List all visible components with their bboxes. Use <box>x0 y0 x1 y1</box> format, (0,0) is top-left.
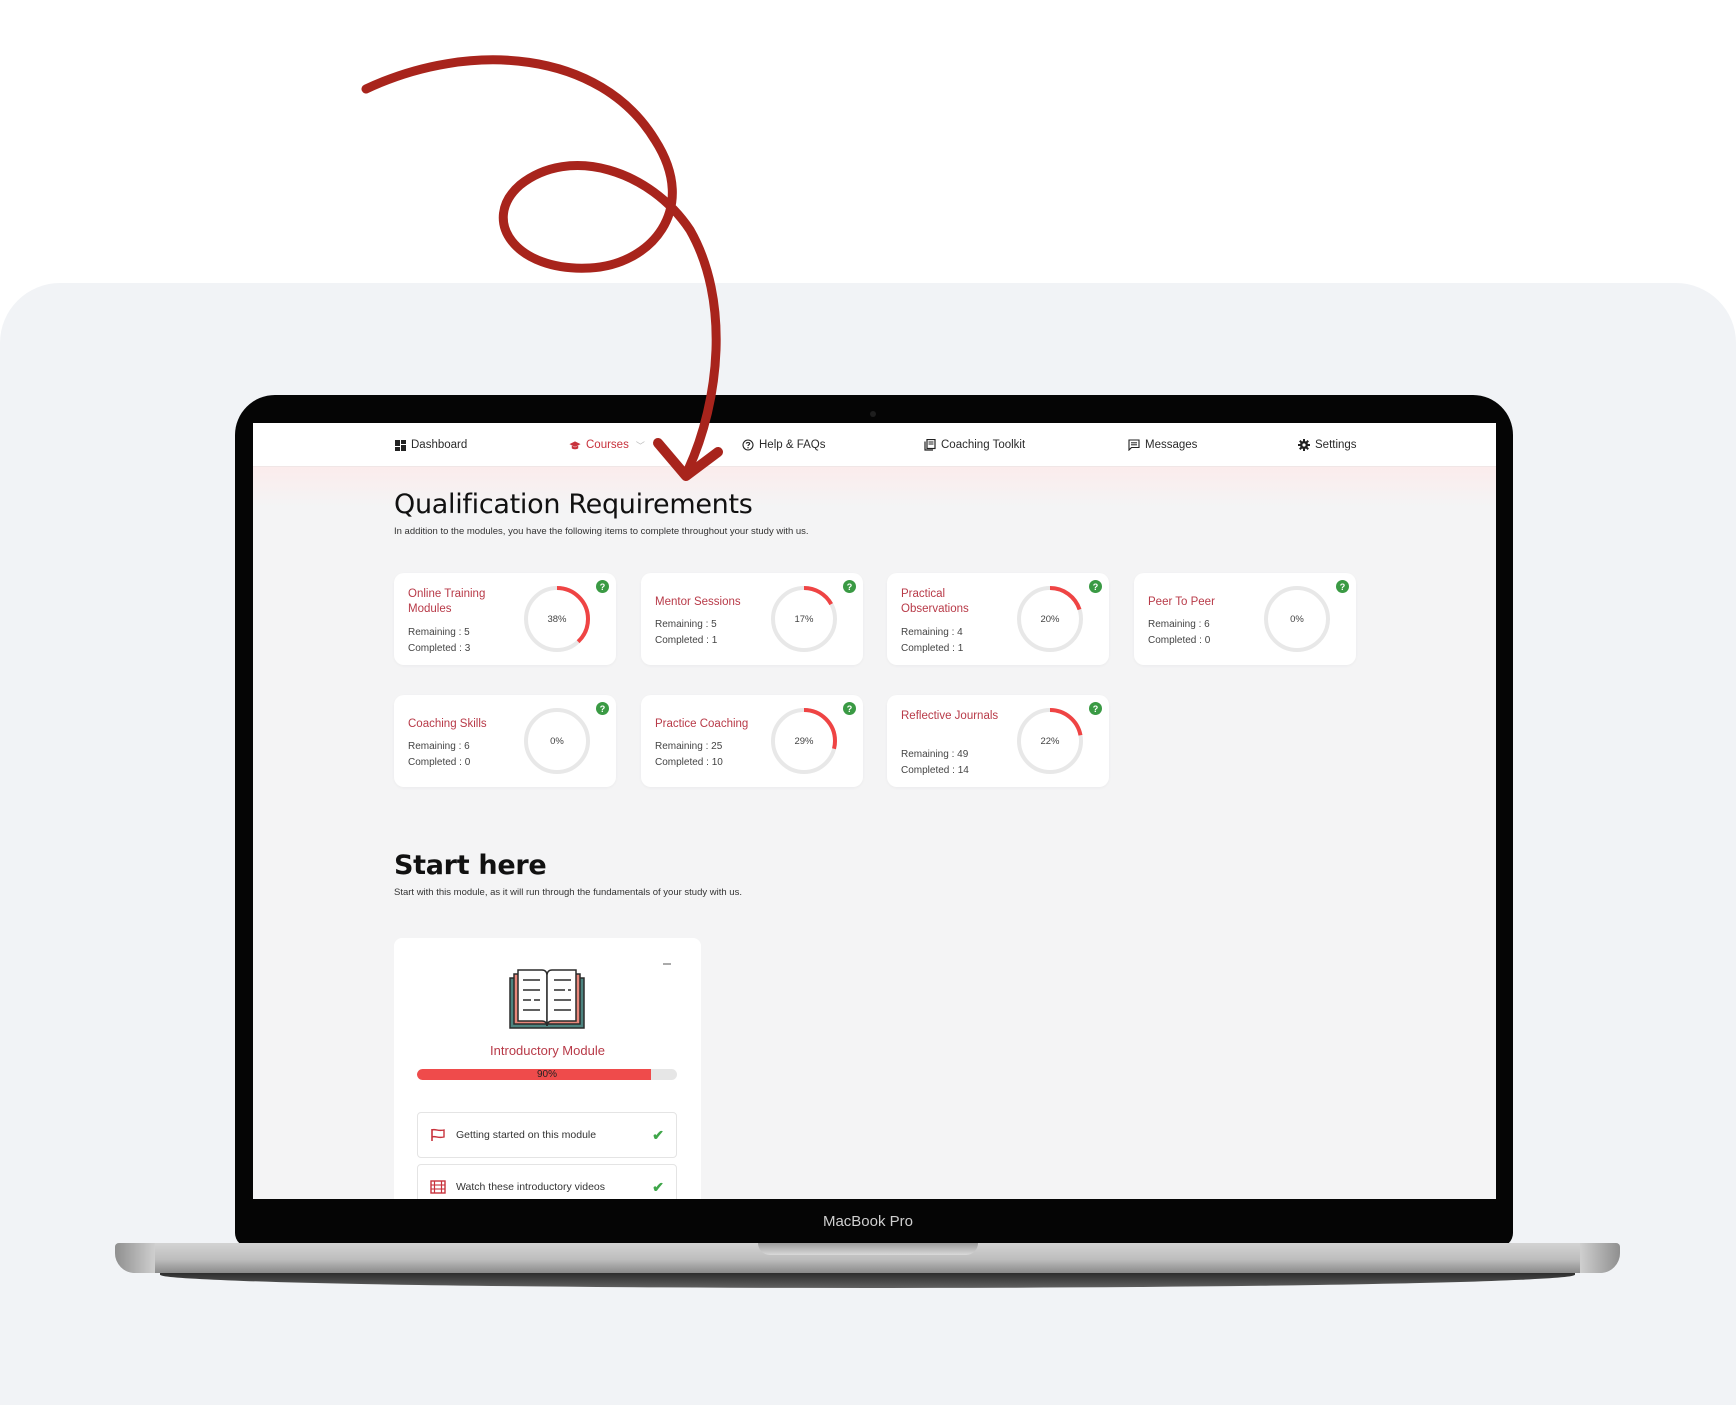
help-icon[interactable]: ? <box>1336 580 1349 593</box>
introductory-module-card[interactable]: Introductory Module 90% Getting started … <box>394 938 701 1199</box>
dashboard-icon <box>394 439 406 451</box>
progress-percent: 20% <box>1040 613 1060 625</box>
completed-count: Completed : 1 <box>655 635 718 646</box>
requirement-card[interactable]: Reflective Journals Remaining : 49 Complet… <box>887 695 1109 787</box>
module-progress-label: 90% <box>536 1069 557 1080</box>
nav-label: Settings <box>1315 439 1357 451</box>
help-icon[interactable]: ? <box>1089 702 1102 715</box>
camera-icon <box>870 411 876 417</box>
module-menu-icon[interactable] <box>663 963 671 965</box>
card-title: Practical Observations <box>901 588 969 615</box>
completed-count: Completed : 10 <box>655 757 723 768</box>
help-icon[interactable]: ? <box>843 580 856 593</box>
completed-count: Completed : 3 <box>408 643 471 654</box>
remaining-count: Remaining : 4 <box>901 627 963 638</box>
progress-percent: 17% <box>794 613 814 625</box>
completed-count: Completed : 14 <box>901 765 969 776</box>
nav-label: Help & FAQs <box>759 439 826 451</box>
nav-label: Dashboard <box>411 439 468 451</box>
nav-settings[interactable]: Settings <box>1298 436 1357 454</box>
card-title: Reflective Journals <box>901 710 999 722</box>
page-subtitle: In addition to the modules, you have the… <box>394 526 809 537</box>
card-title: Mentor Sessions <box>655 596 741 608</box>
graduation-cap-icon <box>569 439 581 451</box>
completed-count: Completed : 0 <box>408 757 471 768</box>
message-icon <box>1128 439 1140 451</box>
help-icon[interactable]: ? <box>596 702 609 715</box>
requirement-card[interactable]: Peer To Peer Remaining : 6 Completed : 0 0%… <box>1134 573 1356 665</box>
task-intro-videos[interactable]: Watch these introductory videos ✔ <box>417 1164 677 1199</box>
help-icon[interactable]: ? <box>843 702 856 715</box>
card-title: Online Training Modules <box>408 588 486 615</box>
laptop-hinge-notch <box>758 1243 978 1255</box>
page-title: Qualification Requirements <box>394 489 753 520</box>
start-here-title: Start here <box>394 850 547 881</box>
module-title[interactable]: Introductory Module <box>394 1043 701 1058</box>
completed-count: Completed : 1 <box>901 643 964 654</box>
film-icon <box>430 1180 446 1194</box>
app-screen: Dashboard Courses ﹀ Help & FAQs Coaching… <box>253 423 1496 1199</box>
nav-courses[interactable]: Courses ﹀ <box>569 436 645 454</box>
requirement-card[interactable]: Coaching Skills Remaining : 6 Completed : … <box>394 695 616 787</box>
device-label: MacBook Pro <box>822 1213 914 1230</box>
progress-percent: 22% <box>1040 735 1060 747</box>
completed-count: Completed : 0 <box>1148 635 1211 646</box>
remaining-count: Remaining : 5 <box>408 627 470 638</box>
nav-label: Coaching Toolkit <box>941 439 1026 451</box>
nav-coaching-toolkit[interactable]: Coaching Toolkit <box>924 436 1025 454</box>
requirement-card[interactable]: Mentor Sessions Remaining : 5 Completed : … <box>641 573 863 665</box>
check-icon: ✔ <box>652 1178 664 1195</box>
flag-icon <box>430 1128 446 1142</box>
progress-percent: 0% <box>1290 613 1304 625</box>
question-circle-icon <box>742 439 754 451</box>
nav-label: Messages <box>1145 439 1198 451</box>
task-getting-started[interactable]: Getting started on this module ✔ <box>417 1112 677 1158</box>
task-label: Getting started on this module <box>456 1129 597 1141</box>
remaining-count: Remaining : 5 <box>655 619 717 630</box>
progress-percent: 29% <box>794 735 814 747</box>
requirement-card[interactable]: Practice Coaching Remaining : 25 Completed… <box>641 695 863 787</box>
card-title: Coaching Skills <box>408 718 487 730</box>
help-icon[interactable]: ? <box>1089 580 1102 593</box>
nav-help-faqs[interactable]: Help & FAQs <box>742 436 825 454</box>
remaining-count: Remaining : 6 <box>1148 619 1210 630</box>
card-title: Practice Coaching <box>655 718 749 730</box>
gear-icon <box>1298 439 1310 451</box>
nav-dashboard[interactable]: Dashboard <box>394 436 467 454</box>
remaining-count: Remaining : 25 <box>655 741 723 752</box>
book-stack-icon <box>924 439 936 451</box>
requirement-card[interactable]: Online Training Modules Remaining : 5 Comp… <box>394 573 616 665</box>
card-title: Peer To Peer <box>1148 596 1215 608</box>
check-icon: ✔ <box>652 1126 664 1143</box>
chevron-down-icon: ﹀ <box>635 440 645 451</box>
help-icon[interactable]: ? <box>596 580 609 593</box>
remaining-count: Remaining : 6 <box>408 741 470 752</box>
nav-label: Courses <box>586 439 629 451</box>
remaining-count: Remaining : 49 <box>901 749 969 760</box>
nav-messages[interactable]: Messages <box>1128 436 1197 454</box>
start-here-subtitle: Start with this module, as it will run t… <box>394 887 742 898</box>
top-nav: Dashboard Courses ﹀ Help & FAQs Coaching… <box>253 423 1496 467</box>
open-book-icon <box>509 969 585 1029</box>
task-label: Watch these introductory videos <box>456 1181 606 1193</box>
progress-percent: 38% <box>547 613 567 625</box>
requirement-card[interactable]: Practical Observations Remaining : 4 Compl… <box>887 573 1109 665</box>
progress-percent: 0% <box>550 735 564 747</box>
